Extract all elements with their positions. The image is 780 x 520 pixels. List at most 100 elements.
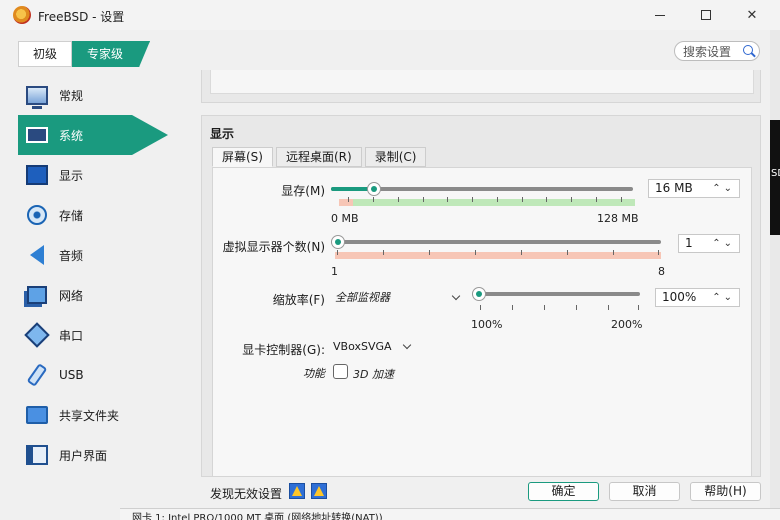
screen-pane: 显存(M) 0 MB 128 MB 16 MB ⌃⌄ 虚拟显示器个数(N) 1 …: [212, 167, 752, 477]
minimize-icon: [655, 14, 665, 16]
graphics-controller-value: VBoxSVGA: [333, 340, 392, 353]
background-preview: SD: [770, 120, 780, 235]
video-memory-value: 16 MB: [655, 181, 693, 195]
sidebar-item-storage[interactable]: 存储: [18, 195, 178, 235]
chevron-down-icon: [402, 340, 412, 350]
virtualbox-icon: [13, 6, 31, 24]
monitor-count-max: 8: [658, 265, 665, 278]
spin-arrows-icon[interactable]: ⌃⌄: [712, 235, 735, 252]
sidebar-item-network[interactable]: 网络: [18, 275, 178, 315]
monitor-count-spinbox[interactable]: 1 ⌃⌄: [678, 234, 740, 253]
sidebar-item-label: 存储: [59, 208, 84, 223]
background-status: 网卡 1: Intel PRO/1000 MT 桌面 (网络地址转换(NAT)): [120, 508, 780, 520]
window-title: FreeBSD - 设置: [38, 10, 125, 24]
spin-arrows-icon[interactable]: ⌃⌄: [712, 289, 735, 306]
close-icon: ✕: [746, 7, 758, 23]
section-title: 显示: [210, 127, 235, 141]
usb-icon: [26, 363, 48, 387]
scale-factor-spinbox[interactable]: 100% ⌃⌄: [655, 288, 740, 307]
minimize-button[interactable]: [637, 0, 683, 30]
scale-factor-max: 200%: [611, 318, 643, 331]
sidebar-item-label: 网络: [59, 288, 84, 303]
title-bar: FreeBSD - 设置 ✕: [0, 0, 780, 30]
video-memory-min: 0 MB: [331, 212, 359, 225]
search-icon: [743, 45, 753, 55]
scale-factor-min: 100%: [471, 318, 503, 331]
monitor-icon: [26, 85, 48, 109]
graphics-controller-select[interactable]: VBoxSVGA: [329, 337, 414, 356]
folder-icon: [26, 406, 48, 424]
ok-button[interactable]: 确定: [528, 482, 599, 501]
sidebar-item-label: USB: [59, 368, 84, 382]
search-placeholder: 搜索设置: [683, 44, 732, 59]
slider-thumb[interactable]: [472, 287, 486, 301]
sidebar-item-label: 用户界面: [59, 448, 108, 463]
slider-thumb[interactable]: [367, 182, 381, 196]
scale-factor-slider[interactable]: [472, 285, 640, 303]
sidebar-item-general[interactable]: 常规: [18, 75, 178, 115]
video-memory-max: 128 MB: [597, 212, 639, 225]
sidebar-item-label: 音频: [59, 248, 84, 263]
monitor-count-min: 1: [331, 265, 338, 278]
video-memory-label: 显存(M): [281, 184, 325, 198]
sidebar-item-shared-folders[interactable]: 共享文件夹: [18, 395, 178, 435]
sidebar-item-audio[interactable]: 音频: [18, 235, 178, 275]
monitor-count-scale: [335, 250, 661, 259]
maximize-button[interactable]: [683, 0, 729, 30]
slider-track: [472, 292, 640, 296]
sidebar-item-label: 常规: [59, 88, 84, 103]
tab-screen[interactable]: 屏幕(S): [212, 147, 273, 167]
ui-icon: [26, 445, 48, 465]
previous-section-pane: [210, 70, 754, 94]
sidebar-item-label: 串口: [59, 328, 84, 343]
scale-factor-value: 100%: [662, 290, 697, 304]
monitor-count-slider[interactable]: [331, 233, 661, 251]
display-section: 显示 屏幕(S) 远程桌面(R) 录制(C) 显存(M) 0 MB 128 MB…: [201, 115, 761, 477]
serial-port-icon: [24, 322, 50, 348]
accel-3d-label[interactable]: 3D 加速: [353, 366, 394, 382]
tab-basic[interactable]: 初级: [18, 41, 73, 67]
speaker-icon: [30, 245, 44, 265]
sidebar-item-user-interface[interactable]: 用户界面: [18, 435, 178, 475]
chevron-down-icon: [451, 291, 461, 301]
sidebar-item-display[interactable]: 显示: [18, 155, 178, 195]
sidebar-item-label: 共享文件夹: [59, 408, 120, 423]
display-subtabs: 屏幕(S) 远程桌面(R) 录制(C): [212, 147, 429, 167]
warning-icon[interactable]: [311, 483, 327, 499]
close-button[interactable]: ✕: [729, 0, 775, 30]
slider-thumb[interactable]: [331, 235, 345, 249]
display-icon: [26, 165, 48, 185]
sidebar-item-usb[interactable]: USB: [18, 355, 178, 395]
scale-monitor-select[interactable]: 全部监视器: [331, 288, 463, 307]
help-button[interactable]: 帮助(H): [690, 482, 761, 501]
tab-expert[interactable]: 专家级: [72, 41, 151, 67]
tab-recording[interactable]: 录制(C): [364, 147, 427, 167]
maximize-icon: [701, 10, 711, 20]
sidebar-item-label: 系统: [59, 128, 84, 143]
warning-icon[interactable]: [289, 483, 305, 499]
sidebar: 常规 系统 显示 存储 音频 网络 串口 USB 共享文件夹 用户界面: [18, 75, 178, 475]
spin-arrows-icon[interactable]: ⌃⌄: [712, 180, 735, 197]
slider-track: [331, 240, 661, 244]
scale-monitor-option: 全部监视器: [335, 291, 390, 304]
chip-icon: [26, 127, 48, 143]
video-memory-slider[interactable]: [331, 180, 633, 198]
disk-icon: [27, 205, 47, 225]
background-window: [770, 30, 780, 520]
sidebar-item-system[interactable]: 系统: [18, 115, 168, 155]
sidebar-item-label: 显示: [59, 168, 84, 183]
network-icon: [27, 286, 47, 304]
accel-3d-checkbox[interactable]: [333, 364, 348, 379]
previous-section: [201, 70, 761, 103]
sidebar-item-serial[interactable]: 串口: [18, 315, 178, 355]
features-label: 功能: [303, 367, 325, 380]
video-memory-spinbox[interactable]: 16 MB ⌃⌄: [648, 179, 740, 198]
scale-factor-ticks: [474, 305, 640, 310]
scale-factor-label: 缩放率(F): [272, 293, 325, 307]
tab-remote-display[interactable]: 远程桌面(R): [275, 147, 362, 167]
graphics-controller-label: 显卡控制器(G):: [242, 343, 325, 357]
video-memory-scale: [339, 197, 635, 206]
search-input[interactable]: 搜索设置: [674, 41, 760, 61]
cancel-button[interactable]: 取消: [609, 482, 680, 501]
invalid-settings-message: 发现无效设置: [210, 487, 283, 501]
